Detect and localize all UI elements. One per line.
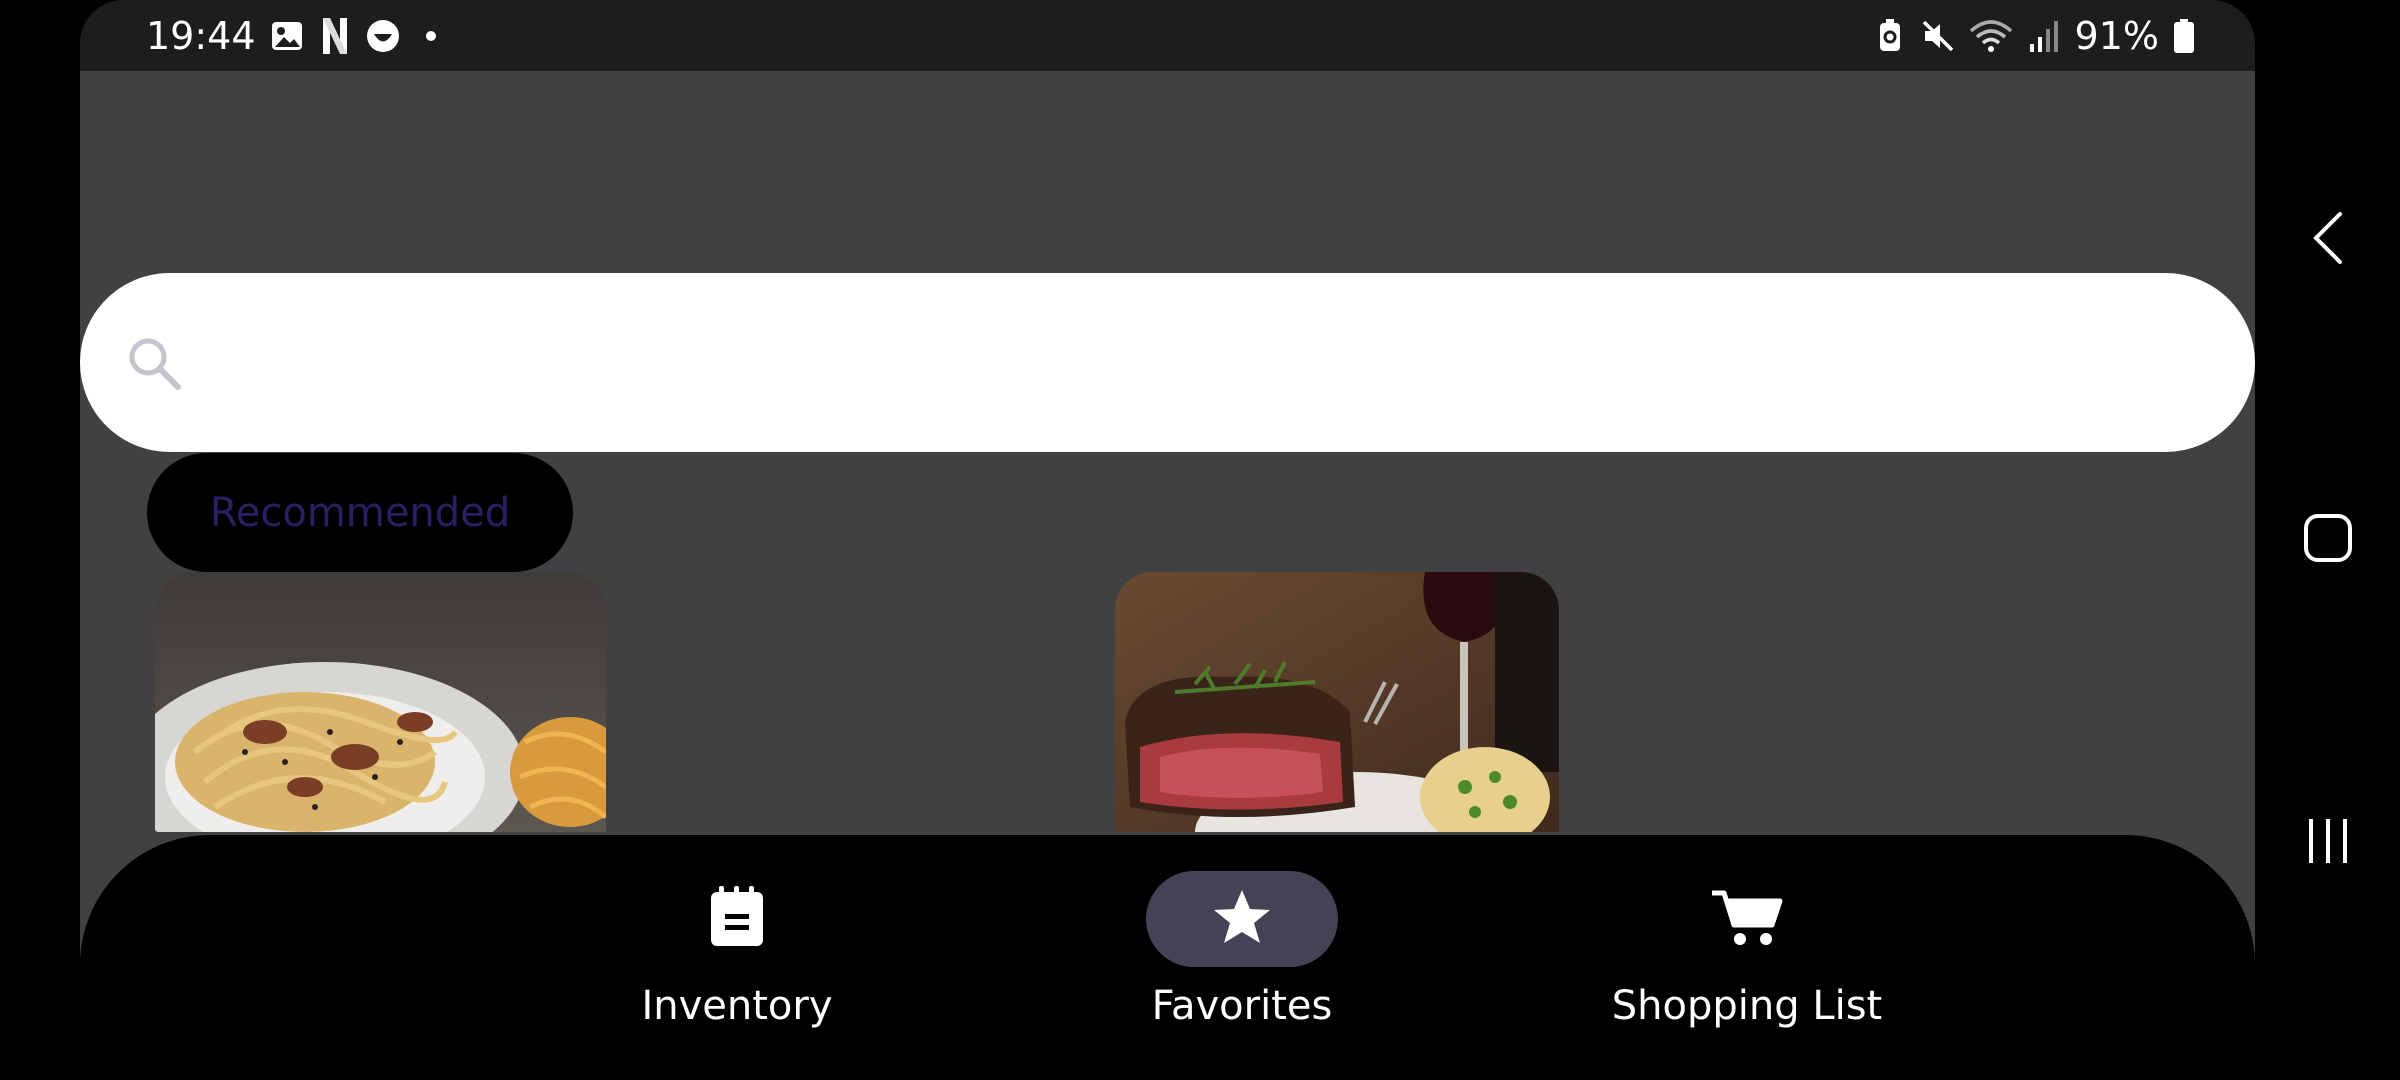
bottom-navigation: Inventory Favorites Shopping List: [80, 835, 2255, 1080]
recents-button[interactable]: [2255, 803, 2400, 883]
nav-pill-shopping-list: [1651, 871, 1843, 967]
notepad-icon: [709, 886, 765, 952]
nav-item-inventory[interactable]: Inventory: [587, 871, 887, 1051]
signal-icon: [2027, 19, 2061, 53]
home-square-icon: [2303, 513, 2353, 567]
system-navigation-bar: [2255, 0, 2400, 1080]
recommended-chip[interactable]: Recommended: [147, 453, 573, 572]
recommended-chip-label: Recommended: [209, 489, 511, 536]
nav-pill-favorites-active: [1146, 871, 1338, 967]
steak-dinner-photo: [1115, 572, 1559, 832]
face-icon: [366, 19, 400, 53]
netflix-icon: [318, 18, 352, 54]
battery-icon: [2173, 19, 2195, 53]
recipe-card-steak[interactable]: [1115, 572, 1559, 832]
recents-lines-icon: [2303, 816, 2353, 870]
nav-label-inventory: Inventory: [641, 983, 833, 1029]
search-icon: [124, 333, 184, 393]
search-bar[interactable]: [80, 273, 2255, 452]
star-icon: [1212, 888, 1272, 950]
back-chevron-icon: [2308, 210, 2348, 270]
wifi-icon: [1969, 19, 2013, 53]
recipe-card-carbonara[interactable]: [155, 572, 606, 832]
status-time: 19:44: [146, 14, 256, 58]
status-left: 19:44: [146, 10, 448, 62]
gallery-icon: [270, 19, 304, 53]
status-bar: 19:44 91%: [80, 0, 2255, 71]
battery-saver-icon: [1873, 19, 1907, 53]
home-button[interactable]: [2255, 500, 2400, 580]
status-right: 91%: [1873, 10, 2195, 62]
mute-icon: [1921, 19, 1955, 53]
back-button[interactable]: [2255, 200, 2400, 280]
nav-pill-inventory: [641, 871, 833, 967]
dot-icon: [414, 19, 448, 53]
nav-item-favorites[interactable]: Favorites: [1092, 871, 1392, 1051]
nav-label-shopping-list: Shopping List: [1611, 983, 1883, 1029]
search-input[interactable]: [210, 313, 2194, 415]
carbonara-pasta-photo: [155, 572, 606, 832]
battery-percent: 91%: [2074, 14, 2159, 58]
nav-label-favorites: Favorites: [1151, 983, 1333, 1029]
app-screen: 19:44 91% Recommended Inventory Favorite…: [80, 0, 2255, 1080]
nav-item-shopping-list[interactable]: Shopping List: [1597, 871, 1897, 1051]
cart-icon: [1710, 887, 1784, 951]
